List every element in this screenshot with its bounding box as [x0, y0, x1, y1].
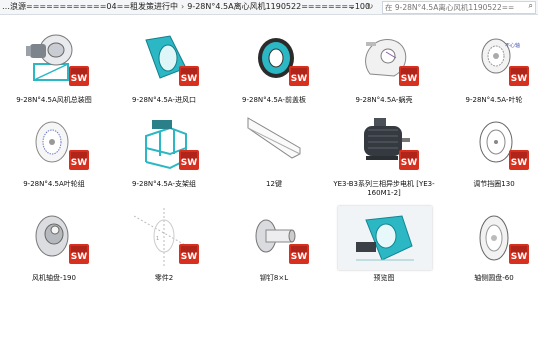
svg-text:SW: SW [511, 158, 527, 168]
solidworks-icon: SW [399, 66, 419, 86]
file-name-label: 9-28N°4.5A-支架组 [132, 180, 196, 188]
solidworks-icon: SW [509, 150, 529, 170]
breadcrumb-separator: › [181, 2, 185, 11]
breadcrumb: …浪源============04==租发策进行中 › 9-28N°4.5A离心风机… [2, 1, 370, 13]
file-item[interactable]: SW 调节挡圈130 [448, 112, 538, 204]
file-name-label: YE3-B3系列三相异步电机 [YE3-160M1-2] [333, 180, 435, 197]
file-name-label: 调节挡圈130 [473, 180, 515, 188]
file-item[interactable]: SW 9-28N°4.5A-进风口 [118, 28, 210, 120]
solidworks-icon: SW [69, 244, 89, 264]
svg-text:SW: SW [181, 252, 197, 262]
solidworks-icon: SW [509, 66, 529, 86]
svg-text:SW: SW [511, 252, 527, 262]
breadcrumb-item-parent[interactable]: …浪源============04==租发策进行中 [2, 2, 178, 11]
file-name-label: 风机轴盘-190 [32, 274, 76, 282]
svg-text:不心轴: 不心轴 [505, 42, 520, 49]
svg-text:SW: SW [181, 74, 197, 84]
svg-text:SW: SW [71, 252, 87, 262]
svg-text:1: 1 [156, 236, 159, 242]
svg-text:SW: SW [401, 158, 417, 168]
file-name-label: 预览图 [373, 274, 395, 282]
refresh-icon[interactable]: ↻ [364, 1, 376, 13]
address-bar: …浪源============04==租发策进行中 › 9-28N°4.5A离心风机… [0, 0, 538, 15]
search-input[interactable] [383, 2, 517, 13]
file-name-label: 零件2 [154, 274, 174, 282]
file-item[interactable]: SW 9-28N°4.5A-支架组 [118, 112, 210, 204]
preview-image-thumbnail [338, 206, 432, 270]
solidworks-icon: SW [399, 150, 419, 170]
file-item[interactable]: SW 铆钉8×L [228, 206, 320, 298]
file-name-label: 铆钉8×L [259, 274, 289, 282]
solidworks-icon: SW [179, 244, 199, 264]
svg-text:SW: SW [71, 74, 87, 84]
solidworks-icon: SW [69, 150, 89, 170]
solidworks-icon: SW [179, 150, 199, 170]
file-item[interactable]: 12键 [228, 112, 320, 204]
solidworks-icon: SW [289, 244, 309, 264]
search-box[interactable]: ⌕ [382, 1, 536, 14]
file-name-label: 9-28N°4.5A-进风口 [132, 96, 196, 104]
search-icon[interactable]: ⌕ [529, 1, 533, 11]
file-thumbnail [240, 112, 308, 178]
svg-text:SW: SW [291, 252, 307, 262]
file-item[interactable]: 预览图 [338, 206, 432, 298]
svg-text:SW: SW [401, 74, 417, 84]
file-item[interactable]: 1 SW 零件2 [118, 206, 210, 298]
svg-text:SW: SW [291, 74, 307, 84]
breadcrumb-item-current[interactable]: 9-28N°4.5A离心风机1190522========100 [187, 2, 370, 11]
solidworks-icon: SW [509, 244, 529, 264]
file-item[interactable]: SW 9-28N°4.5A风机总装图 [8, 28, 100, 120]
file-name-label: 轴侧圆盘-60 [474, 274, 514, 282]
svg-text:SW: SW [181, 158, 197, 168]
file-name-label: 9-28N°4.5A风机总装图 [16, 96, 92, 104]
solidworks-icon: SW [69, 66, 89, 86]
file-item[interactable]: SW 9-28N°4.5A-前盖板 [228, 28, 320, 120]
file-name-label: 9-28N°4.5A叶轮组 [23, 180, 85, 188]
file-item[interactable]: SW 9-28N°4.5A-蜗壳 [338, 28, 430, 120]
file-name-label: 12键 [266, 180, 282, 188]
file-item[interactable]: SW YE3-B3系列三相异步电机 [YE3-160M1-2] [333, 112, 435, 204]
file-item[interactable]: 不心轴 SW 9-28N°4.5A-叶轮 [448, 28, 538, 120]
chevron-down-icon[interactable]: ⌄ [346, 1, 358, 13]
file-item[interactable]: SW 风机轴盘-190 [8, 206, 100, 298]
solidworks-icon: SW [179, 66, 199, 86]
file-name-label: 9-28N°4.5A-叶轮 [465, 96, 523, 104]
file-name-label: 9-28N°4.5A-蜗壳 [355, 96, 413, 104]
svg-text:SW: SW [511, 74, 527, 84]
file-item[interactable]: SW 9-28N°4.5A叶轮组 [8, 112, 100, 204]
file-name-label: 9-28N°4.5A-前盖板 [242, 96, 306, 104]
file-item[interactable]: SW 轴侧圆盘-60 [448, 206, 538, 298]
svg-text:SW: SW [71, 158, 87, 168]
solidworks-icon: SW [289, 66, 309, 86]
